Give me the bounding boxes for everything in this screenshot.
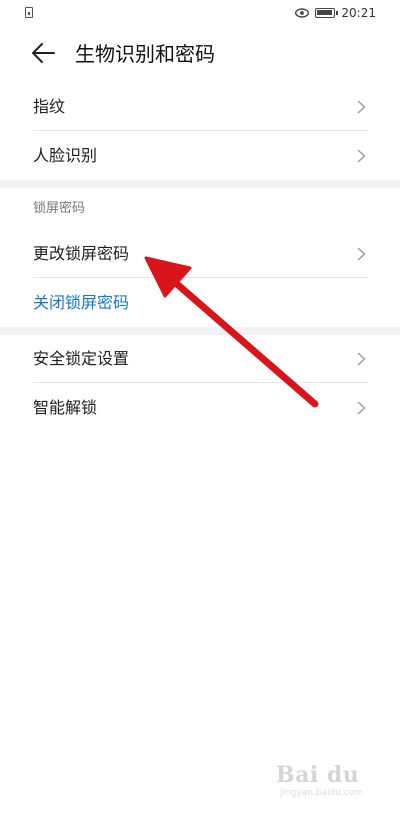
list-item-label: 关闭锁屏密码 (33, 293, 130, 312)
list-item-change-lock-password[interactable]: 更改锁屏密码 (33, 230, 368, 278)
list-item-security-lock-settings[interactable]: 安全锁定设置 (33, 335, 368, 383)
baidu-watermark-logo: Bai du jingyan.baidu.com (272, 762, 372, 802)
list-item-label: 更改锁屏密码 (33, 244, 130, 263)
back-arrow-icon[interactable] (30, 41, 56, 65)
page-title: 生物识别和密码 (75, 42, 215, 66)
status-right-group: 20:21 (295, 4, 376, 22)
settings-screen: 20:21 生物识别和密码 指纹 人脸识别 锁屏密码 更改锁屏密码 关闭锁屏密码 (0, 0, 400, 816)
divider (33, 277, 368, 278)
status-time: 20:21 (341, 6, 376, 20)
section-header-lock-screen-password: 锁屏密码 (33, 201, 86, 216)
sim-card-icon (25, 7, 33, 18)
list-item-fingerprint[interactable]: 指纹 (33, 83, 368, 131)
chevron-right-icon (357, 352, 366, 366)
list-item-label: 指纹 (33, 97, 66, 116)
chevron-right-icon (357, 247, 366, 261)
divider (33, 130, 368, 131)
eye-icon (295, 8, 310, 18)
list-item-label: 人脸识别 (33, 146, 98, 165)
status-bar: 20:21 (0, 0, 400, 26)
section-separator (0, 327, 400, 335)
list-item-label: 安全锁定设置 (33, 349, 130, 368)
list-item-face-recognition[interactable]: 人脸识别 (33, 132, 368, 180)
chevron-right-icon (357, 100, 366, 114)
list-item-smart-unlock[interactable]: 智能解锁 (33, 384, 368, 432)
list-item-turn-off-lock-password[interactable]: 关闭锁屏密码 (33, 279, 368, 327)
page-header: 生物识别和密码 (0, 32, 400, 76)
divider (33, 382, 368, 383)
chevron-right-icon (357, 149, 366, 163)
watermark-sub: jingyan.baidu.com (280, 788, 364, 798)
section-separator (0, 180, 400, 188)
watermark-brand: Bai du (276, 762, 360, 788)
list-item-label: 智能解锁 (33, 398, 98, 417)
battery-icon (315, 8, 339, 18)
chevron-right-icon (357, 401, 366, 415)
